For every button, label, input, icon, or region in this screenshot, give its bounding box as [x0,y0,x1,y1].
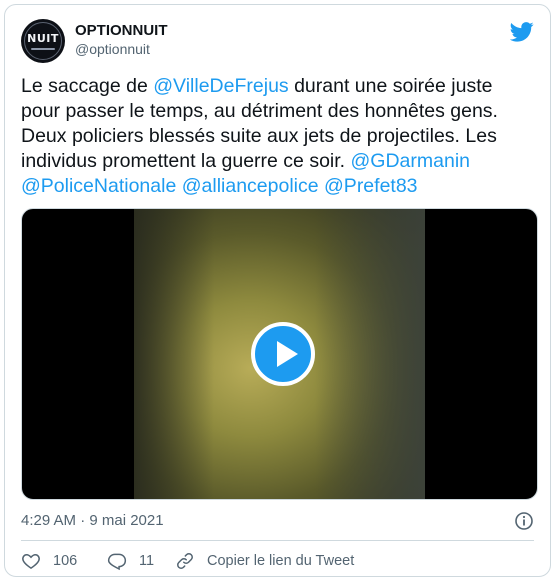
tweet-text: Le saccage de @VilleDeFrejus durant une … [21,74,536,199]
mention-link[interactable]: @alliancepolice [182,175,319,197]
author-names: OPTIONNUIT @optionnuit [75,22,168,58]
timestamp-link[interactable]: 4:29 AM · 9 mai 2021 [21,512,164,529]
reply-icon [107,553,127,571]
author-handle[interactable]: @optionnuit [75,40,168,58]
play-button[interactable] [251,322,315,386]
video-player[interactable] [21,208,538,500]
tweet-meta: 4:29 AM · 9 mai 2021 [21,511,534,531]
link-icon [177,553,193,569]
mention-link[interactable]: @PoliceNationale [21,175,176,197]
thumbnail-shade [315,209,425,499]
copy-link-button[interactable]: Copier le lien du Tweet [175,550,354,572]
thumbnail-shade [134,209,214,499]
divider [21,540,534,541]
tweet-actions: 106 11 Copier le lien du Tweet [21,550,534,572]
avatar-logo-bar [31,48,55,50]
tweet-text-part: Le saccage de [21,75,154,97]
info-icon[interactable] [514,511,534,531]
mention-link[interactable]: @GDarmanin [351,150,471,172]
copy-link-label: Copier le lien du Tweet [207,553,355,569]
tweet-card[interactable]: NUIT OPTIONNUIT @optionnuit Le saccage d… [4,4,551,577]
like-button[interactable]: 106 [21,550,77,572]
tweet-header: NUIT OPTIONNUIT @optionnuit [21,19,534,63]
avatar-logo-text: NUIT [27,32,59,45]
mention-link[interactable]: @VilleDeFrejus [153,75,288,97]
reply-button[interactable]: 11 [107,550,154,572]
heart-icon [22,553,40,569]
like-count: 106 [53,553,78,569]
reply-count: 11 [139,553,155,569]
mention-link[interactable]: @Prefet83 [324,175,418,197]
play-icon [277,341,298,367]
avatar[interactable]: NUIT [21,19,65,63]
author-display-name[interactable]: OPTIONNUIT [75,22,168,40]
twitter-bird-icon[interactable] [510,22,534,42]
